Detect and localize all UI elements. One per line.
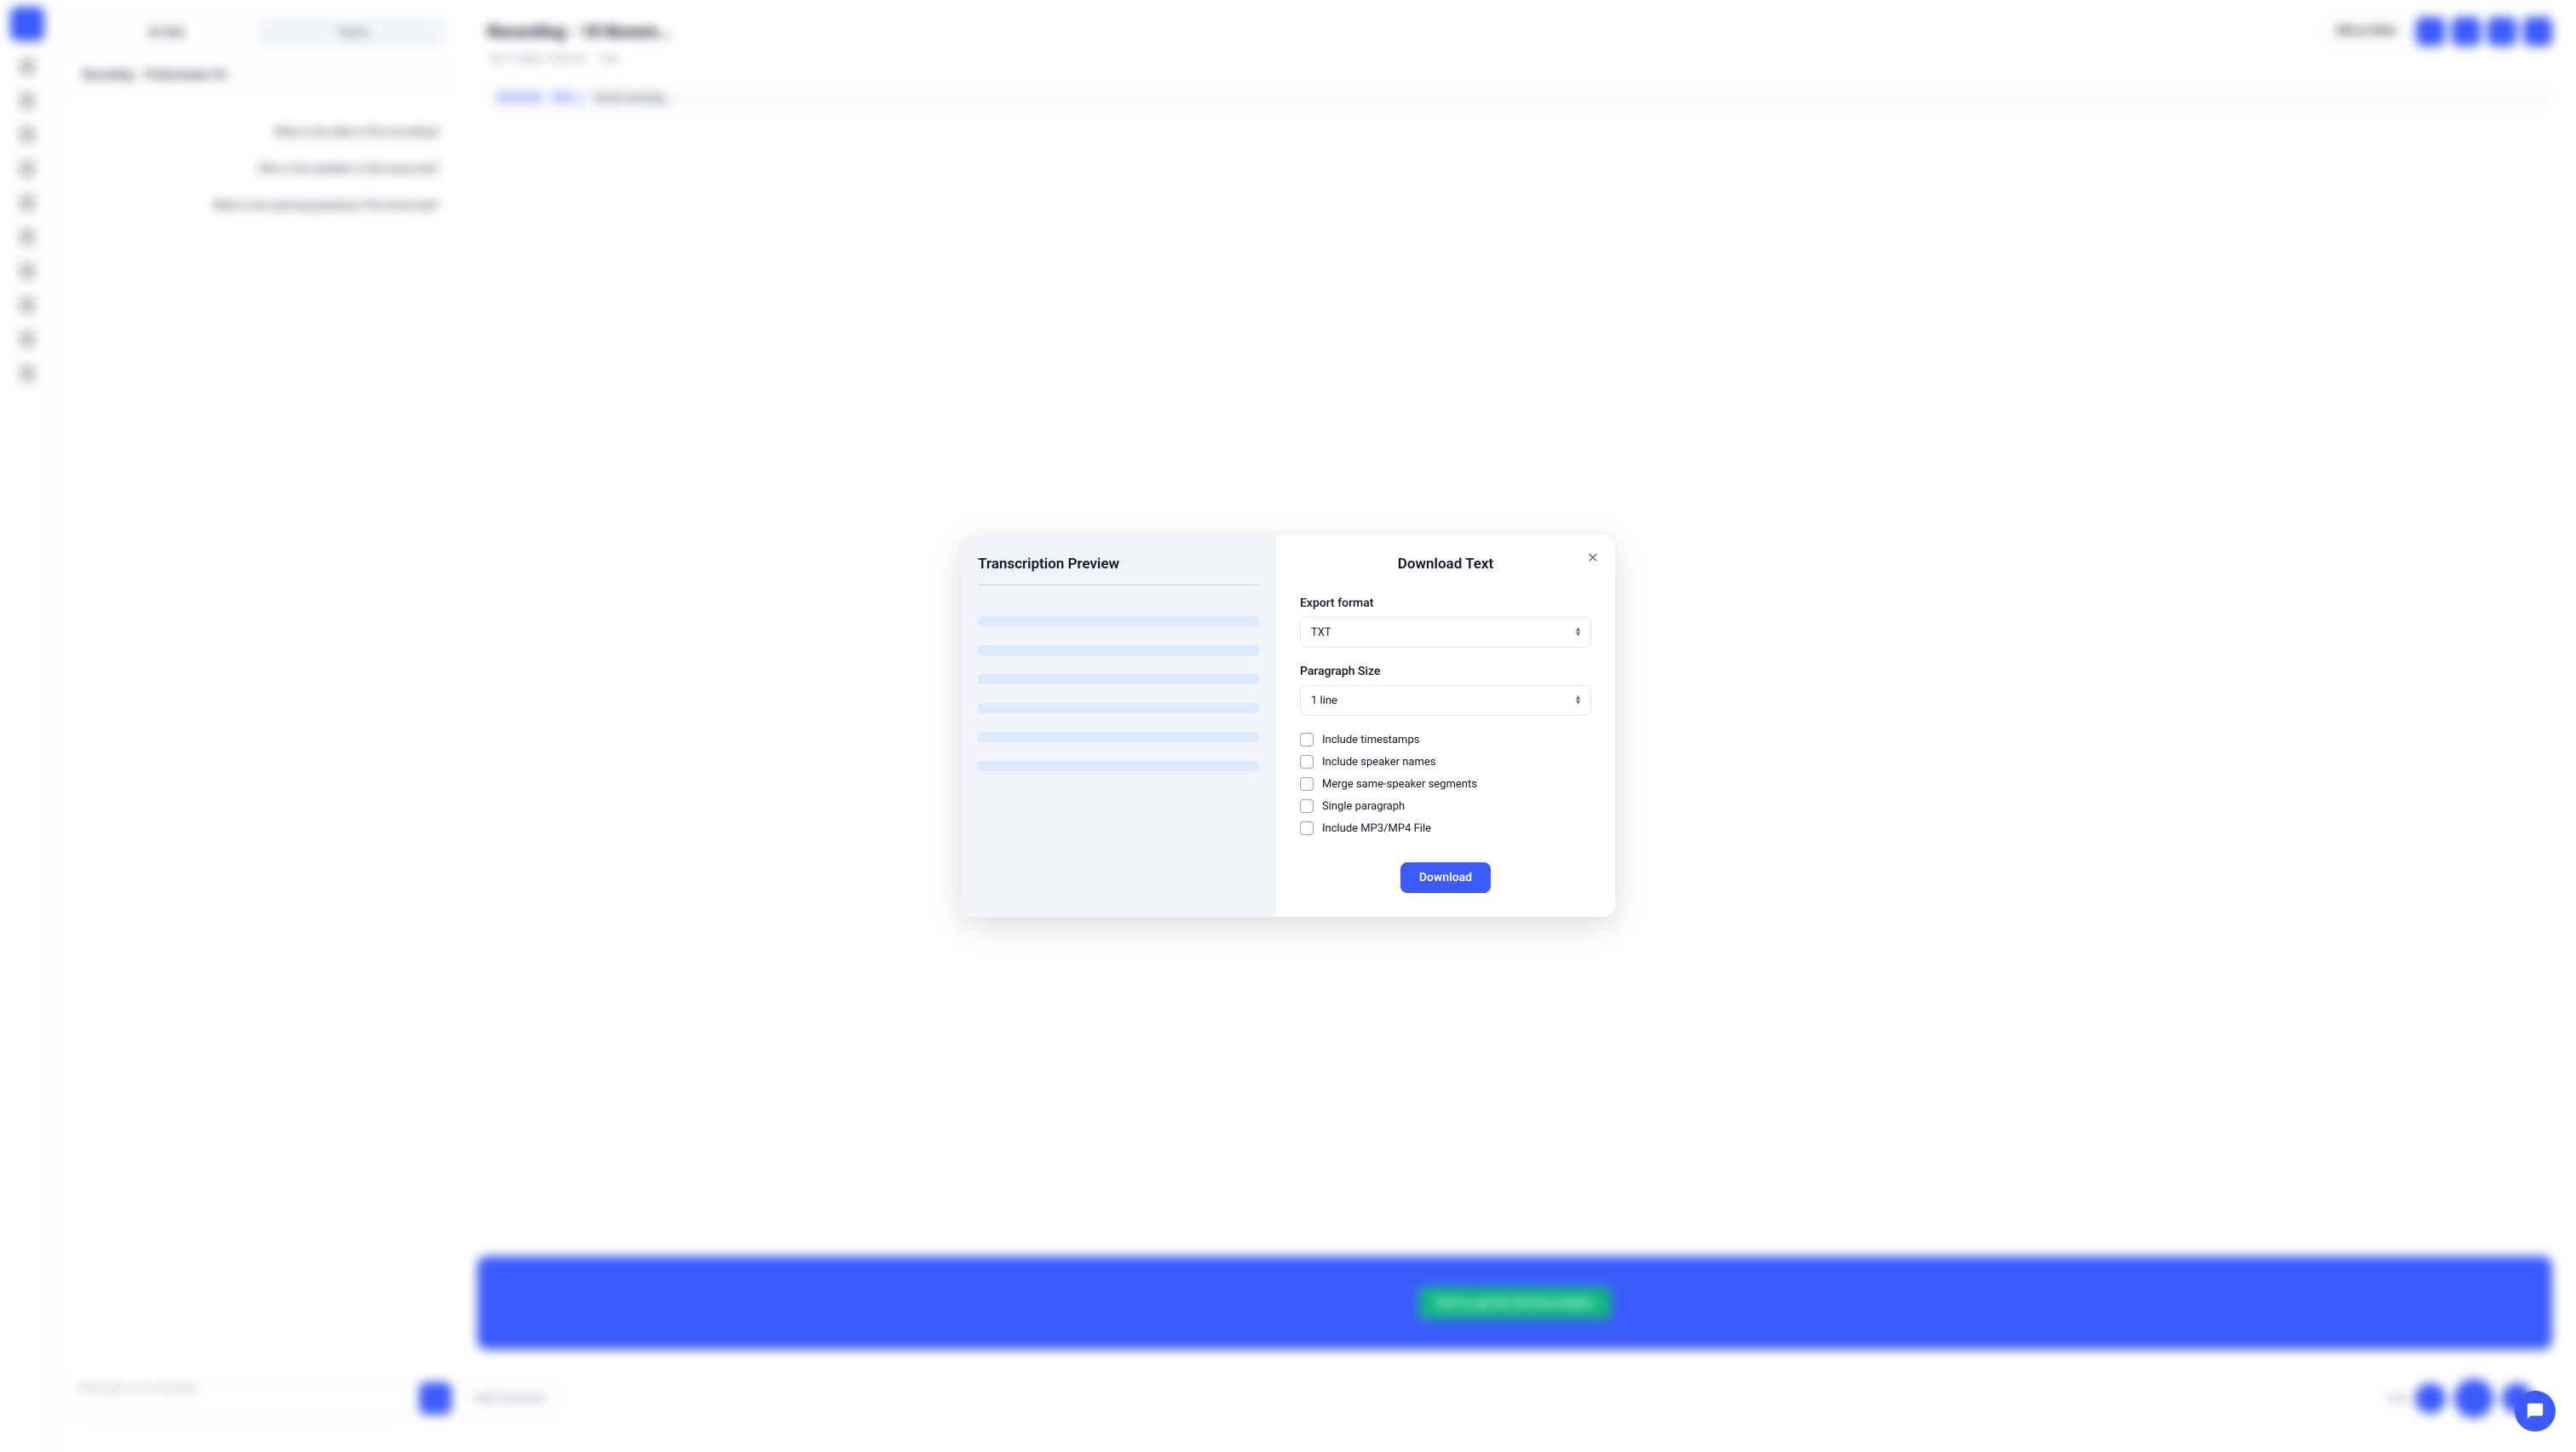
preview-skeleton xyxy=(978,616,1259,771)
checkbox-label: Single paragraph xyxy=(1322,800,1405,813)
help-chat-button[interactable] xyxy=(2515,1391,2556,1432)
skeleton-line xyxy=(978,674,1259,684)
checkbox-single-paragraph[interactable]: Single paragraph xyxy=(1300,799,1591,813)
export-format-select[interactable]: TXT ▴▾ xyxy=(1300,617,1591,648)
preview-title: Transcription Preview xyxy=(978,556,1259,585)
checkbox-include-media[interactable]: Include MP3/MP4 File xyxy=(1300,821,1591,835)
checkbox-icon xyxy=(1300,799,1314,813)
checkbox-label: Merge same-speaker segments xyxy=(1322,778,1477,791)
checkbox-icon xyxy=(1300,733,1314,746)
paragraph-size-label: Paragraph Size xyxy=(1300,665,1591,678)
checkbox-icon xyxy=(1300,777,1314,791)
transcription-preview-panel: Transcription Preview xyxy=(961,535,1276,917)
download-text-modal: Transcription Preview ✕ Download Text Ex… xyxy=(961,535,1615,917)
skeleton-line xyxy=(978,645,1259,655)
modal-overlay: Transcription Preview ✕ Download Text Ex… xyxy=(0,0,2576,1452)
download-button[interactable]: Download xyxy=(1400,862,1491,893)
checkbox-icon xyxy=(1300,755,1314,769)
paragraph-size-value: 1 line xyxy=(1311,694,1337,707)
checkbox-include-timestamps[interactable]: Include timestamps xyxy=(1300,733,1591,746)
modal-title: Download Text xyxy=(1300,556,1591,573)
checkbox-label: Include MP3/MP4 File xyxy=(1322,822,1431,835)
checkbox-icon xyxy=(1300,821,1314,835)
skeleton-line xyxy=(978,732,1259,742)
checkbox-include-speaker-names[interactable]: Include speaker names xyxy=(1300,755,1591,769)
paragraph-size-select[interactable]: 1 line ▴▾ xyxy=(1300,685,1591,716)
export-format-label: Export format xyxy=(1300,596,1591,610)
export-format-value: TXT xyxy=(1311,626,1331,639)
skeleton-line xyxy=(978,616,1259,626)
checkbox-merge-segments[interactable]: Merge same-speaker segments xyxy=(1300,777,1591,791)
skeleton-line xyxy=(978,761,1259,771)
chat-icon xyxy=(2526,1402,2544,1420)
skeleton-line xyxy=(978,703,1259,713)
close-icon[interactable]: ✕ xyxy=(1583,547,1603,568)
checkbox-label: Include speaker names xyxy=(1322,756,1436,769)
chevron-updown-icon: ▴▾ xyxy=(1576,627,1580,637)
checkbox-label: Include timestamps xyxy=(1322,734,1419,746)
chevron-updown-icon: ▴▾ xyxy=(1576,695,1580,706)
